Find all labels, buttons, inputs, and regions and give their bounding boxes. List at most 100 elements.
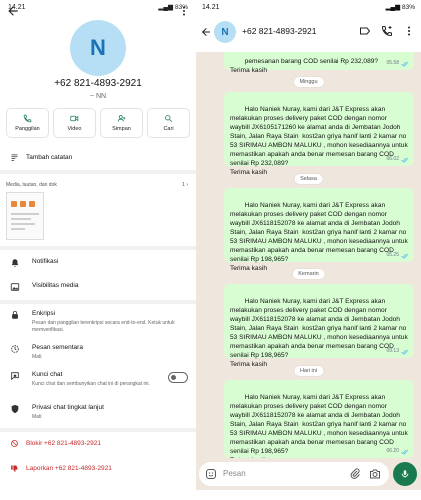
media-visibility-label: Visibilitas media [32, 282, 79, 289]
section-divider [0, 300, 196, 304]
message-text: pemesanan barang COD senilai Rp 232,089?… [230, 58, 379, 74]
chat-lock-toggle[interactable] [168, 372, 188, 383]
status-time: 14.21 [202, 3, 220, 11]
notifications-label: Notifikasi [32, 258, 59, 265]
media-header[interactable]: Media, tautan, dan dok 1 › [6, 182, 188, 188]
message-text: Halo Naniek Nuray, kami dari J&T Express… [230, 202, 408, 272]
emoji-icon[interactable] [205, 468, 217, 480]
microphone-icon [401, 470, 409, 478]
message-text: Halo Naniek Nuray, kami dari J&T Express… [230, 298, 408, 368]
chat-title[interactable]: +62 821-4893-2921 [242, 26, 316, 36]
message-text: Halo Naniek Nuray, kami dari J&T Express… [230, 106, 408, 176]
add-contact-icon [117, 115, 126, 122]
chat-lock-icon [11, 372, 19, 381]
double-check-icon [401, 61, 409, 67]
date-divider: Hari ini [293, 366, 324, 376]
save-contact-button[interactable]: Simpan [100, 108, 143, 138]
timer-icon [11, 345, 19, 353]
block-icon [10, 439, 18, 447]
date-divider: Selasa [294, 174, 323, 184]
double-check-icon [401, 449, 409, 455]
status-bar: 14.21 ▂▄▆ 83% [196, 0, 421, 14]
report-contact-row[interactable]: Laporkan +62 821-4893-2921 [0, 461, 196, 475]
message-time: 06.20 [386, 448, 399, 454]
battery-level: 83% [401, 4, 415, 11]
message-bubble[interactable]: pemesanan barang COD senilai Rp 232,089?… [224, 52, 414, 74]
message-time: 05.25 [386, 252, 399, 258]
back-arrow-icon[interactable] [6, 4, 20, 18]
composer-bar: Pesan [196, 458, 421, 490]
video-icon [70, 115, 79, 122]
shield-icon [11, 404, 19, 414]
encryption-title: Enkripsi [32, 310, 56, 317]
message-text: Halo Naniek Nuray, kami dari J&T Express… [230, 394, 408, 458]
message-input[interactable]: Pesan [199, 462, 389, 486]
label-icon[interactable] [359, 25, 371, 37]
status-icons: ▂▄▆ 83% [386, 3, 415, 11]
status-bar: 14.21 ▂▄▆ 83% [0, 0, 196, 14]
chat-panel: 14.21 ▂▄▆ 83% N +62 821-4893-2921 pemesa… [196, 0, 421, 500]
disappearing-title: Pesan sementara [32, 344, 83, 351]
contact-info-panel: 14.21 ▂▄▆ 83% N +62 821-4893-2921 ~ NN P… [0, 0, 196, 500]
more-options-icon[interactable] [178, 4, 190, 18]
save-label: Simpan [112, 126, 131, 132]
system-navigation-bar [0, 490, 421, 500]
search-label: Cari [163, 126, 174, 132]
bell-icon [11, 259, 19, 268]
chat-avatar[interactable]: N [214, 21, 236, 43]
media-count-row: 1 › [182, 182, 188, 188]
signal-icon: ▂▄▆ [158, 4, 173, 11]
add-note-label: Tambah catatan [26, 153, 73, 161]
section-divider [0, 246, 196, 250]
block-contact-row[interactable]: Blokir +62 821-4893-2921 [0, 436, 196, 450]
call-label: Panggilan [15, 126, 40, 132]
date-divider: Minggu [293, 77, 324, 87]
contact-avatar[interactable]: N [70, 20, 126, 76]
video-call-button[interactable]: Video [53, 108, 96, 138]
disappearing-messages-row[interactable]: Pesan sementara Mati [0, 344, 196, 364]
media-visibility-row[interactable]: Visibilitas media [0, 282, 196, 296]
contact-phone-number: +62 821-4893-2921 [54, 78, 142, 89]
message-bubble[interactable]: Halo Naniek Nuray, kami dari J&T Express… [224, 380, 414, 458]
section-divider [0, 170, 196, 174]
message-time: 05.58 [386, 60, 399, 66]
more-options-icon[interactable] [403, 25, 415, 37]
phone-icon [23, 114, 32, 123]
camera-icon[interactable] [369, 468, 381, 480]
chat-lock-title: Kunci chat [32, 371, 63, 378]
message-list[interactable]: pemesanan barang COD senilai Rp 232,089?… [196, 52, 421, 458]
contact-action-bar: Panggilan Video Simpan Cari [6, 108, 190, 138]
block-label: Blokir +62 821-4893-2921 [26, 439, 101, 447]
contact-nickname: ~ NN [89, 93, 107, 100]
message-time: 09.13 [386, 348, 399, 354]
lock-icon [12, 310, 18, 319]
notifications-row[interactable]: Notifikasi [0, 258, 196, 272]
message-time: 06.02 [386, 156, 399, 162]
search-button[interactable]: Cari [147, 108, 190, 138]
advanced-privacy-row[interactable]: Privasi chat tingkat lanjut Mati [0, 404, 196, 424]
advanced-privacy-subtitle: Mati [32, 414, 42, 420]
chat-lock-row[interactable]: Kunci chat Kunci chat dan sembunyikan ch… [0, 371, 196, 395]
call-button[interactable]: Panggilan [6, 108, 49, 138]
chat-header: N +62 821-4893-2921 [196, 14, 421, 52]
encryption-row[interactable]: Enkripsi Pesan dan panggilan terenkripsi… [0, 310, 196, 334]
video-label: Video [67, 126, 82, 132]
media-label: Media, tautan, dan dok [6, 182, 57, 188]
add-note-row[interactable]: Tambah catatan [0, 150, 196, 164]
double-check-icon [401, 349, 409, 355]
attach-icon[interactable] [349, 468, 361, 480]
advanced-privacy-title: Privasi chat tingkat lanjut [32, 404, 104, 411]
media-thumbnail[interactable] [6, 192, 44, 240]
media-count: 1 [182, 182, 185, 188]
thumbs-down-icon [10, 465, 17, 472]
back-arrow-icon[interactable] [200, 26, 212, 38]
message-bubble[interactable]: Halo Naniek Nuray, kami dari J&T Express… [224, 92, 414, 176]
signal-icon: ▂▄▆ [385, 4, 401, 11]
image-icon [10, 283, 20, 291]
message-bubble[interactable]: Halo Naniek Nuray, kami dari J&T Express… [224, 284, 414, 368]
add-call-icon[interactable] [381, 25, 393, 37]
message-input-placeholder: Pesan [223, 469, 246, 478]
date-divider: Kemarin [292, 269, 325, 279]
message-bubble[interactable]: Halo Naniek Nuray, kami dari J&T Express… [224, 188, 414, 272]
voice-record-button[interactable] [393, 462, 417, 486]
